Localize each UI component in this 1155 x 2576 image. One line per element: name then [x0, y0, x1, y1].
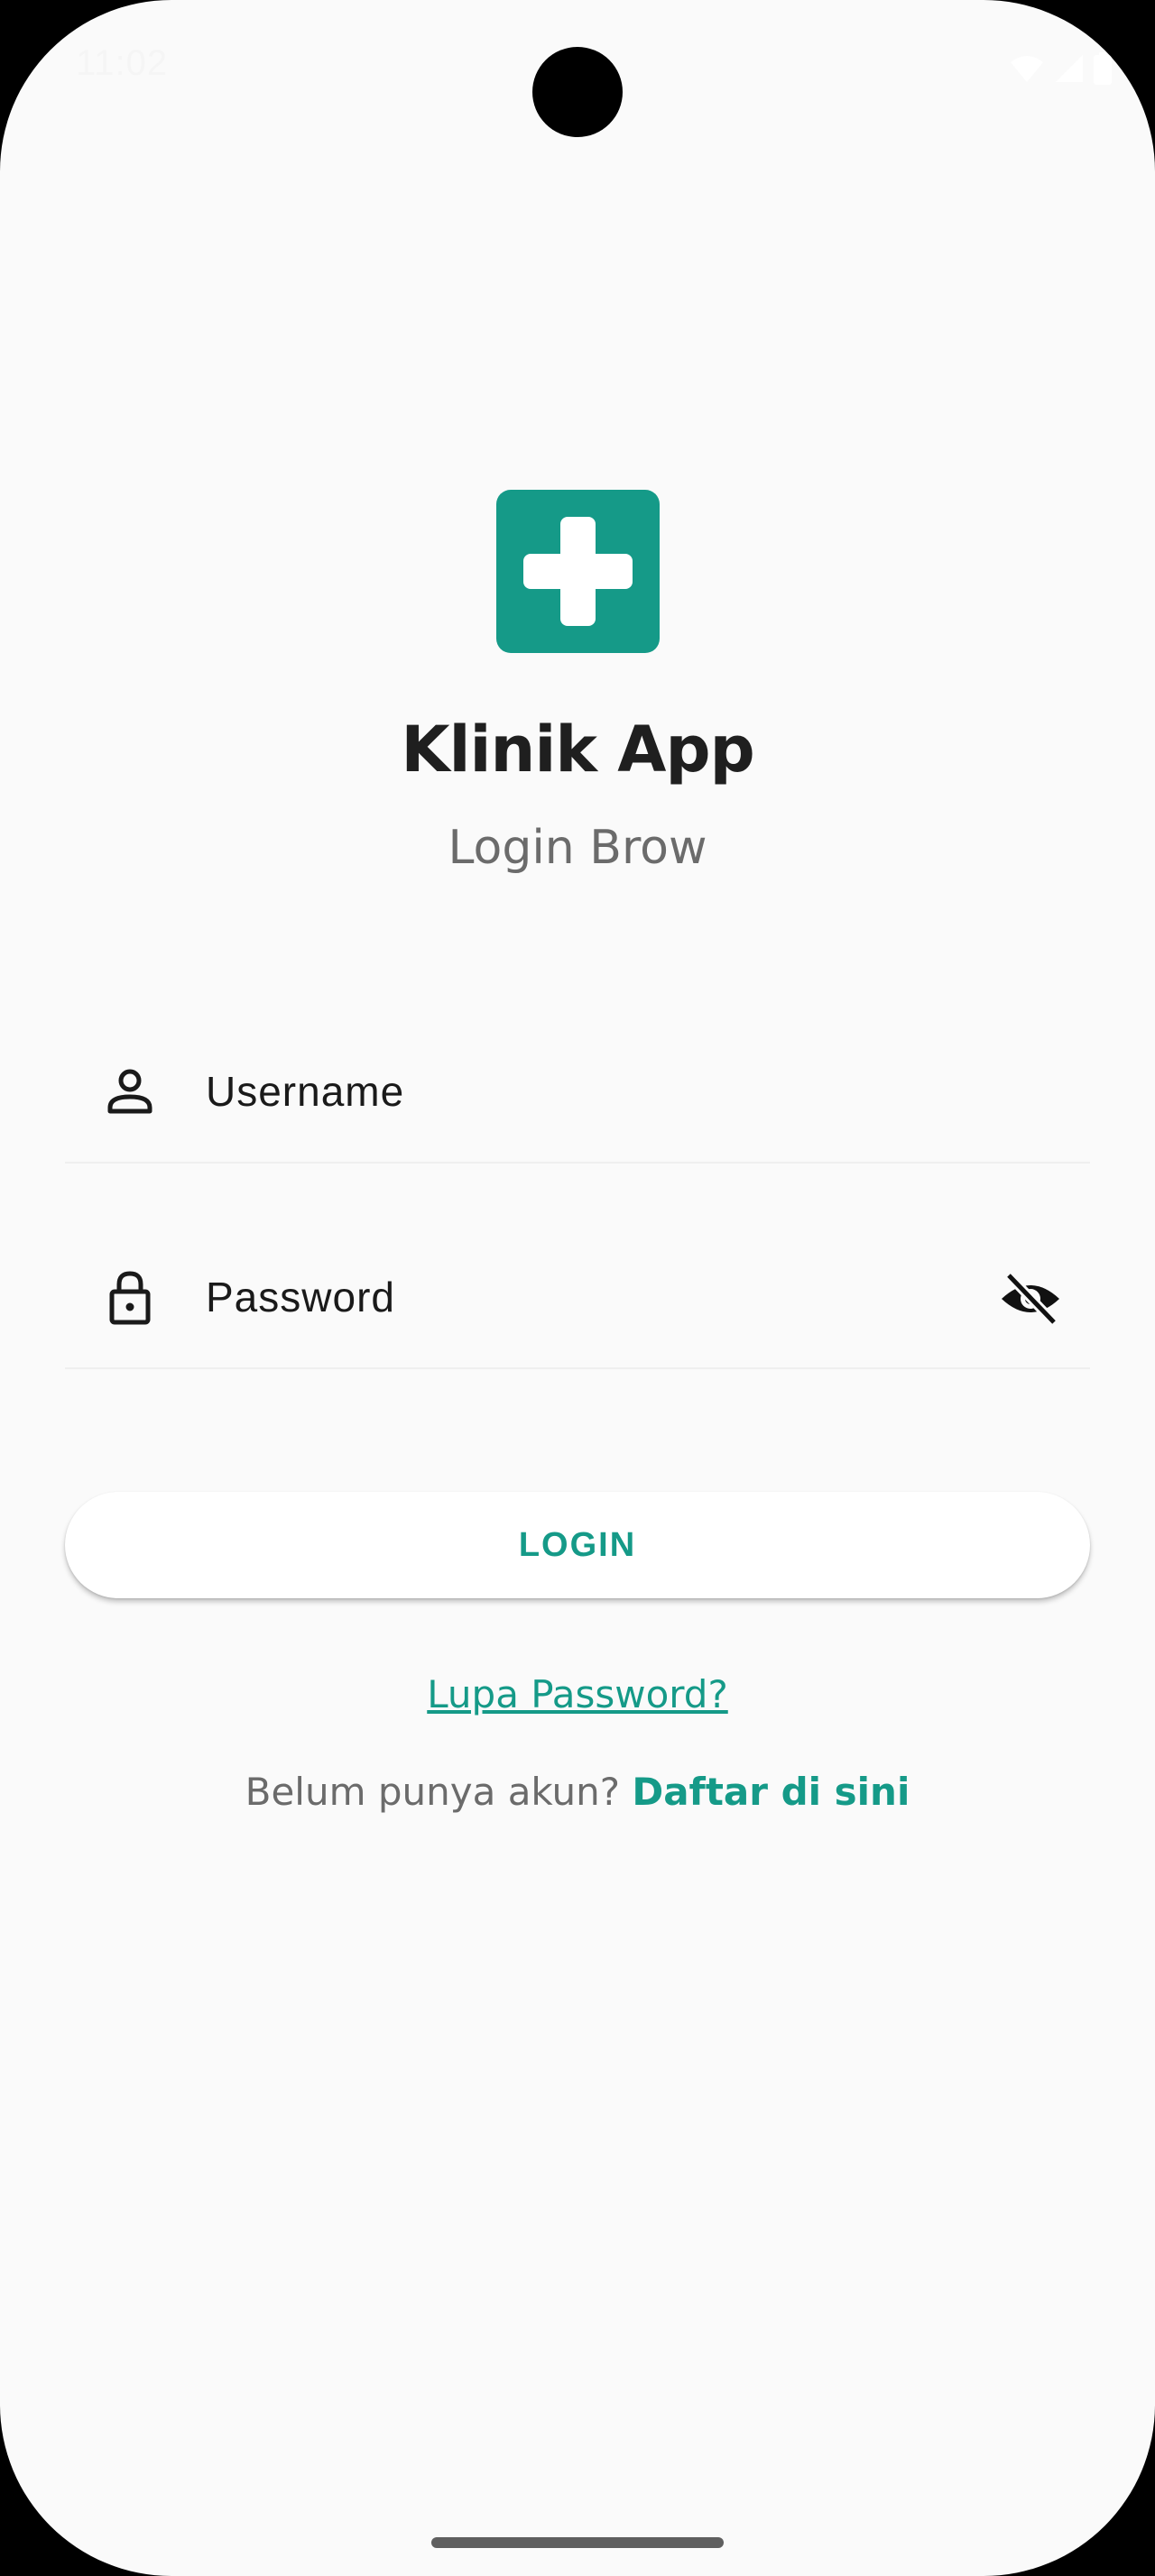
password-input[interactable] [206, 1261, 973, 1333]
username-input[interactable] [206, 1055, 973, 1127]
battery-icon [1094, 52, 1112, 85]
register-row: Belum punya akun? Daftar di sini [0, 1770, 1155, 1814]
forgot-password-link[interactable]: Lupa Password? [427, 1672, 728, 1716]
status-icons [1009, 52, 1112, 85]
forgot-password-row: Lupa Password? [0, 1672, 1155, 1716]
cellular-signal-icon [1056, 55, 1083, 82]
app-subtitle: Login Brow [448, 821, 707, 875]
login-button[interactable]: LOGIN [65, 1492, 1090, 1598]
visibility-off-icon[interactable] [998, 1270, 1063, 1328]
status-bar: 11:02 [0, 0, 1155, 137]
lock-icon [101, 1268, 159, 1326]
front-camera [532, 47, 623, 137]
login-screen: 11:02 Klinik App Login Brow Username LOG… [0, 0, 1155, 2576]
app-title: Klinik App [401, 713, 754, 787]
person-icon [101, 1063, 159, 1120]
register-link[interactable]: Daftar di sini [632, 1770, 910, 1814]
status-time: 11:02 [76, 43, 169, 83]
register-prompt: Belum punya akun? [245, 1770, 633, 1814]
medical-cross-icon [496, 490, 660, 653]
password-field[interactable] [65, 1243, 1090, 1369]
username-field[interactable] [65, 1037, 1090, 1164]
home-indicator[interactable] [431, 2537, 724, 2548]
device-frame: 11:02 Klinik App Login Brow Username LOG… [0, 0, 1155, 2576]
wifi-icon [1011, 56, 1043, 82]
